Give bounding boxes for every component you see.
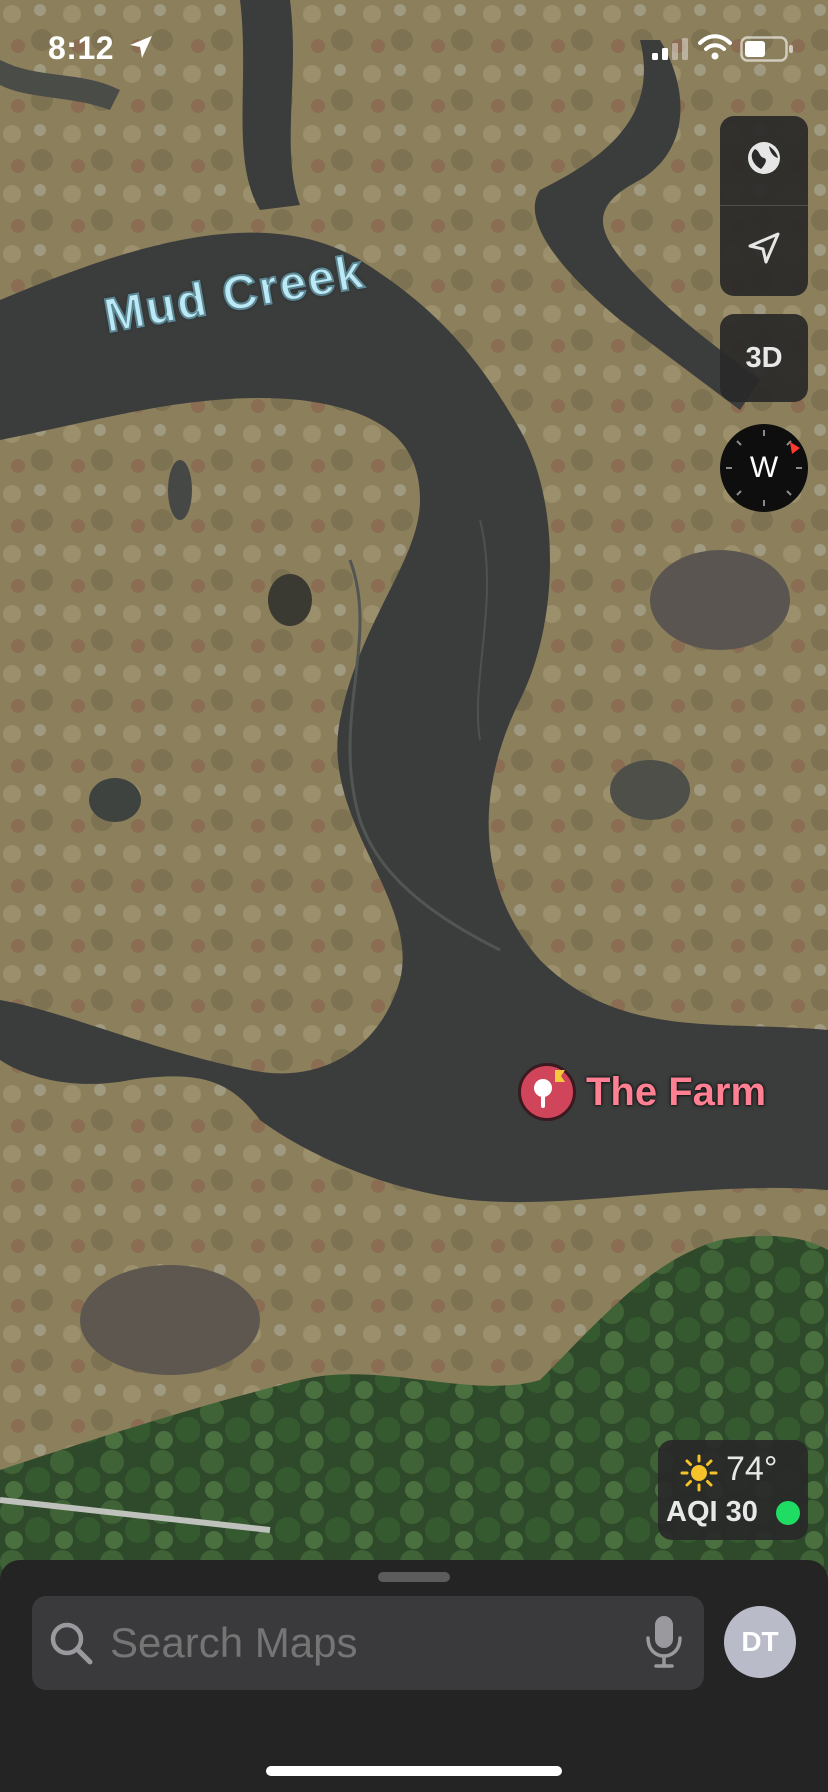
wifi-icon: [698, 34, 732, 65]
home-indicator[interactable]: [266, 1766, 562, 1776]
aqi-status-dot: [776, 1501, 800, 1525]
status-time: 8:12: [48, 30, 115, 66]
battery-icon: [740, 36, 794, 67]
search-bar[interactable]: [32, 1596, 704, 1690]
account-avatar[interactable]: DT: [724, 1606, 796, 1678]
search-icon: [48, 1620, 94, 1671]
globe-icon: [745, 139, 783, 182]
map-mode-button[interactable]: [720, 116, 808, 204]
pin-icon[interactable]: [518, 1063, 576, 1121]
status-bar: 8:12: [0, 0, 828, 100]
weather-temperature: 74°: [726, 1450, 778, 1488]
aqi-label: AQI 30: [666, 1496, 758, 1528]
track-location-button[interactable]: [720, 206, 808, 294]
compass-button[interactable]: W: [720, 424, 808, 512]
map-controls: [720, 116, 808, 296]
weather-widget[interactable]: 74° AQI 30: [658, 1440, 808, 1540]
search-sheet[interactable]: DT: [0, 1560, 828, 1792]
map-label-the-farm[interactable]: The Farm: [586, 1070, 766, 1115]
navigation-arrow-icon: [746, 230, 782, 271]
signal-icon: [652, 38, 690, 65]
location-arrow-icon: [128, 34, 154, 65]
search-input[interactable]: [110, 1596, 610, 1690]
3d-toggle-button[interactable]: 3D: [720, 314, 808, 402]
sun-icon: [680, 1454, 718, 1497]
microphone-icon[interactable]: [644, 1614, 684, 1675]
sheet-grabber[interactable]: [378, 1572, 450, 1582]
compass-heading: W: [749, 451, 779, 484]
